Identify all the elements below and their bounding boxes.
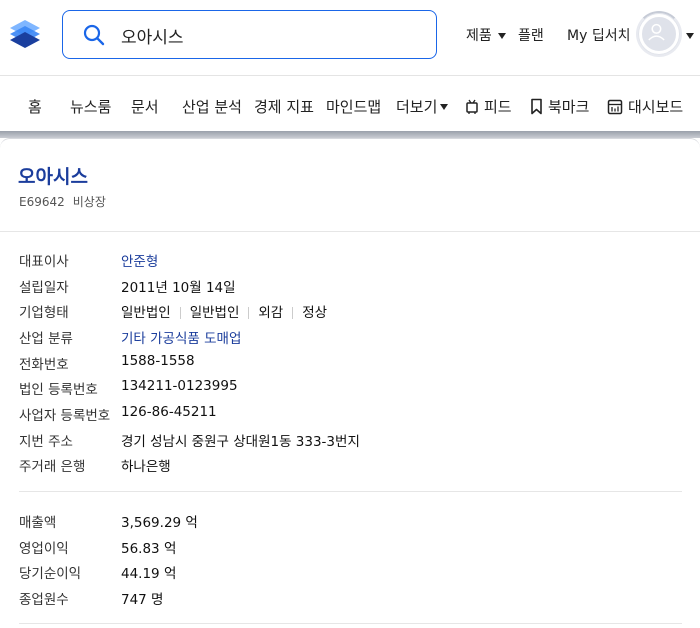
nav-label: 북마크 [548, 98, 590, 116]
info-row-company-type: 기업형태 일반법인 일반법인 외감 정상 [19, 301, 327, 321]
info-value: 134211-0123995 [121, 378, 238, 394]
chevron-down-icon [497, 33, 506, 39]
info-label: 기업형태 [19, 305, 69, 321]
bookmark-icon [531, 98, 542, 115]
company-name: 오아시스 [18, 166, 88, 188]
industry-link[interactable]: 기타 가공식품 도매업 [121, 327, 241, 347]
nav-label: 홈 [28, 98, 42, 116]
divider [0, 231, 700, 232]
plans-link[interactable]: 플랜 [518, 25, 544, 45]
info-value: 126-86-45211 [121, 404, 217, 420]
nav-mindmap[interactable]: 마인드맵 [326, 96, 381, 117]
company-card: 오아시스 E69642 비상장 대표이사 안준형 설립일자 2011년 10월 1… [0, 138, 700, 628]
nav-home[interactable]: 홈 [28, 96, 42, 117]
info-value: 하나은행 [121, 459, 171, 475]
company-type-value: 외감 [258, 305, 284, 321]
nav-dashboard[interactable]: 대시보드 [607, 96, 683, 117]
fin-label: 종업원수 [19, 592, 69, 608]
company-meta: E69642 비상장 [19, 193, 114, 210]
search-input[interactable] [121, 19, 421, 51]
company-type-value: 일반법인 [121, 305, 171, 321]
info-label: 법인 등록번호 [19, 382, 98, 398]
fin-label: 매출액 [19, 515, 57, 531]
nav-label: 대시보드 [628, 98, 684, 116]
search-icon[interactable] [82, 23, 106, 47]
info-label: 전화번호 [19, 357, 69, 373]
feed-icon [466, 99, 478, 114]
my-search-label: My 딥서치 [567, 28, 631, 44]
nav-newsroom[interactable]: 뉴스룸 [70, 96, 111, 117]
search-box[interactable] [62, 10, 437, 59]
nav-economic-indicators[interactable]: 경제 지표 [254, 96, 314, 117]
info-label: 대표이사 [19, 254, 69, 270]
fin-row-net-income: 당기순이익 44.19 억 [19, 562, 176, 582]
nav-label: 더보기 [396, 98, 438, 116]
avatar[interactable] [639, 14, 679, 54]
plans-label: 플랜 [518, 28, 544, 44]
fin-value: 44.19 억 [121, 566, 177, 582]
nav-label: 산업 분석 [182, 98, 241, 116]
info-row-address: 지번 주소 경기 성남시 중원구 상대원1동 333-3번지 [19, 430, 360, 450]
nav-feed[interactable]: 피드 [465, 96, 512, 117]
info-value: 경기 성남시 중원구 상대원1동 333-3번지 [121, 434, 360, 450]
my-search-link[interactable]: My 딥서치 [567, 25, 630, 45]
info-row-corp-reg: 법인 등록번호 134211-0123995 [19, 378, 238, 398]
fin-value: 747 명 [121, 592, 164, 608]
info-value: 1588-1558 [121, 353, 195, 369]
products-label: 제품 [466, 28, 492, 44]
nav-industry-analysis[interactable]: 산업 분석 [182, 96, 241, 117]
nav-label: 피드 [484, 98, 512, 116]
nav-documents[interactable]: 문서 [131, 96, 159, 117]
nav-label: 문서 [131, 98, 159, 116]
user-icon [648, 23, 665, 41]
separator [292, 307, 294, 319]
separator [179, 307, 181, 319]
ceo-link[interactable]: 안준형 [121, 250, 158, 270]
divider [19, 491, 682, 492]
info-row-industry: 산업 분류 기타 가공식품 도매업 [19, 327, 241, 347]
info-row-ceo: 대표이사 안준형 [19, 250, 158, 270]
chevron-down-icon[interactable] [686, 33, 694, 39]
info-value: 일반법인 일반법인 외감 정상 [121, 301, 327, 321]
divider [19, 623, 682, 624]
dashboard-icon [607, 99, 623, 114]
info-value: 2011년 10월 14일 [121, 280, 236, 296]
fin-value: 56.83 억 [121, 541, 177, 557]
nav-label: 뉴스룸 [70, 98, 112, 116]
fin-value: 3,569.29 억 [121, 515, 198, 531]
logo-icon[interactable] [6, 16, 44, 54]
info-row-bank: 주거래 은행 하나은행 [19, 455, 171, 475]
fin-row-operating-income: 영업이익 56.83 억 [19, 537, 176, 557]
info-label: 주거래 은행 [19, 459, 86, 475]
products-menu[interactable]: 제품 [466, 25, 506, 45]
nav-bookmark[interactable]: 북마크 [530, 96, 589, 117]
fin-row-revenue: 매출액 3,569.29 억 [19, 511, 198, 531]
nav-more[interactable]: 더보기 [396, 96, 449, 117]
chevron-down-icon [440, 103, 449, 110]
info-label: 산업 분류 [19, 331, 73, 347]
top-header: 제품 플랜 My 딥서치 [0, 0, 700, 76]
main-nav: 홈 뉴스룸 문서 산업 분석 경제 지표 마인드맵 더보기 피드 북마크 대시보… [0, 77, 700, 133]
fin-row-employees: 종업원수 747 명 [19, 588, 163, 608]
info-row-biz-reg: 사업자 등록번호 126-86-45211 [19, 404, 217, 424]
info-label: 사업자 등록번호 [19, 408, 111, 424]
company-type-value: 정상 [302, 305, 328, 321]
info-row-founded: 설립일자 2011년 10월 14일 [19, 276, 236, 296]
nav-divider [0, 131, 700, 138]
nav-label: 경제 지표 [254, 98, 314, 116]
fin-label: 당기순이익 [19, 566, 82, 582]
info-row-phone: 전화번호 1588-1558 [19, 353, 195, 373]
company-type-value: 일반법인 [189, 305, 240, 321]
listing-status: 비상장 [72, 195, 106, 209]
fin-label: 영업이익 [19, 541, 69, 557]
nav-label: 마인드맵 [326, 98, 382, 116]
company-code: E69642 [19, 195, 65, 209]
info-label: 설립일자 [19, 280, 69, 296]
separator [248, 307, 250, 319]
info-label: 지번 주소 [19, 434, 73, 450]
